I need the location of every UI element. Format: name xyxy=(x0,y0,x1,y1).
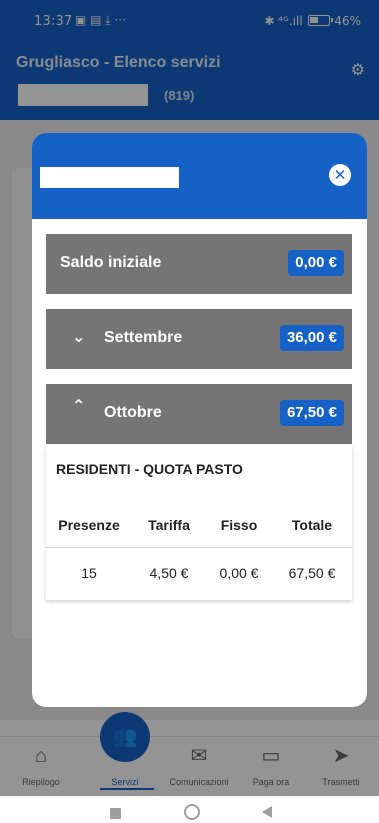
table-cell: 67,50 € xyxy=(288,565,336,582)
detail-table: Presenze Tariffa Fisso Totale 15 4,50 € … xyxy=(46,503,352,599)
table-header-row: Presenze Tariffa Fisso Totale xyxy=(46,503,352,548)
recent-apps-button[interactable] xyxy=(110,808,121,819)
back-button[interactable] xyxy=(262,806,272,818)
row-label: Ottobre xyxy=(104,404,162,421)
row-saldo-iniziale: Saldo iniziale 0,00 € xyxy=(46,234,352,294)
column-header: Presenze xyxy=(46,503,132,548)
row-label: Settembre xyxy=(104,329,183,346)
detail-title: RESIDENTI - QUOTA PASTO xyxy=(56,461,243,477)
row-settembre[interactable]: ⌄ Settembre 36,00 € xyxy=(46,309,352,369)
column-header: Tariffa xyxy=(132,503,206,548)
table-cell: 4,50 € xyxy=(149,565,189,582)
table-cell: 15 xyxy=(81,565,97,582)
column-header: Totale xyxy=(272,503,352,548)
amount-badge: 36,00 € xyxy=(279,325,344,351)
balance-modal: ✕ Saldo iniziale 0,00 € ⌄ Settembre 36,0… xyxy=(32,133,367,707)
chevron-up-icon: ⌃ xyxy=(72,396,86,415)
chevron-down-icon: ⌄ xyxy=(72,327,86,346)
modal-title-redacted xyxy=(40,167,179,188)
modal-header: ✕ xyxy=(32,133,367,219)
table-cell: 0,00 € xyxy=(219,565,259,582)
row-label: Saldo iniziale xyxy=(60,254,162,271)
detail-card: RESIDENTI - QUOTA PASTO Presenze Tariffa… xyxy=(46,445,352,600)
row-ottobre[interactable]: ⌃ Ottobre 67,50 € xyxy=(46,384,352,444)
table-row: 15 4,50 € 0,00 € 67,50 € xyxy=(46,547,352,599)
amount-badge: 67,50 € xyxy=(279,400,344,426)
home-button[interactable] xyxy=(184,804,200,820)
close-icon[interactable]: ✕ xyxy=(329,164,351,186)
system-nav-bar xyxy=(0,796,379,823)
amount-badge: 0,00 € xyxy=(288,250,344,276)
column-header: Fisso xyxy=(206,503,272,548)
